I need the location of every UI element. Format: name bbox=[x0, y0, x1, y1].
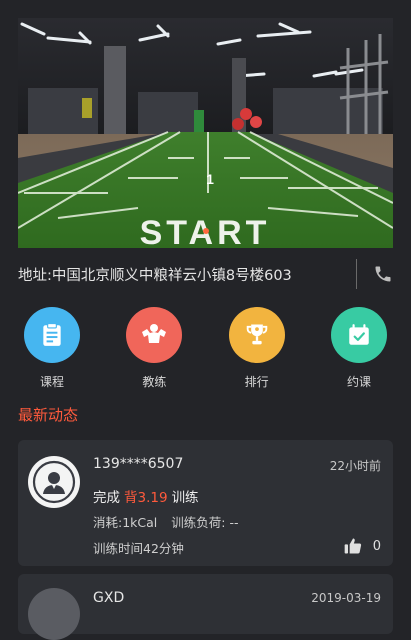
feed-card[interactable]: GXD 2019-03-19 bbox=[18, 574, 393, 640]
post-action-suffix: 训练 bbox=[171, 490, 199, 506]
user-avatar-icon bbox=[29, 589, 79, 639]
menu-label-ranking: 排行 bbox=[244, 375, 269, 389]
post-action: 完成 bbox=[93, 490, 120, 506]
muscle-icon bbox=[142, 324, 167, 343]
post-username: 139****6507 bbox=[93, 456, 184, 472]
address-divider bbox=[356, 259, 357, 289]
menu-label-coaches: 教练 bbox=[142, 375, 167, 389]
post-calories: 消耗:1kCal bbox=[93, 515, 158, 530]
menu-icon-bg bbox=[126, 307, 183, 363]
feature-menu: 课程 教练 排行 约课 bbox=[18, 307, 393, 390]
post-summary: 完成 背3.19 训练 bbox=[93, 486, 199, 506]
gym-banner-image: 1 START bbox=[18, 18, 393, 248]
like-button[interactable]: 0 bbox=[343, 536, 381, 556]
like-count: 0 bbox=[372, 538, 381, 554]
menu-item-booking[interactable]: 约课 bbox=[325, 307, 393, 390]
address-row: 地址:中国北京顺义中粮祥云小镇8号楼603 bbox=[18, 256, 393, 292]
menu-icon-bg bbox=[330, 307, 387, 363]
phone-icon[interactable] bbox=[373, 264, 393, 284]
section-title-latest: 最新动态 bbox=[18, 406, 79, 424]
post-username: GXD bbox=[93, 590, 125, 606]
clipboard-icon bbox=[43, 323, 61, 346]
avatar[interactable] bbox=[28, 588, 80, 640]
menu-icon-bg bbox=[24, 307, 80, 363]
calendar-check-icon bbox=[349, 324, 369, 345]
avatar[interactable] bbox=[28, 456, 80, 508]
menu-item-ranking[interactable]: 排行 bbox=[223, 307, 291, 390]
menu-icon-bg bbox=[228, 307, 285, 363]
post-time: 22小时前 bbox=[329, 459, 381, 473]
gym-banner[interactable]: 1 START bbox=[18, 18, 393, 248]
post-workout-name[interactable]: 背3.19 bbox=[124, 490, 168, 506]
thumbs-up-icon bbox=[344, 538, 361, 554]
lane-number: 1 bbox=[206, 171, 214, 187]
post-stats: 消耗:1kCal 训练负荷: -- bbox=[93, 512, 238, 531]
post-load: 训练负荷: -- bbox=[171, 515, 239, 530]
post-time: 2019-03-19 bbox=[311, 591, 381, 605]
carousel-indicator bbox=[18, 219, 393, 238]
menu-label-courses: 课程 bbox=[39, 375, 64, 389]
post-duration: 训练时间42分钟 bbox=[93, 541, 184, 556]
feed-card[interactable]: 139****6507 22小时前 完成 背3.19 训练 消耗:1kCal 训练负荷… bbox=[18, 440, 393, 566]
menu-item-coaches[interactable]: 教练 bbox=[120, 307, 188, 390]
user-avatar-icon bbox=[29, 457, 79, 507]
menu-label-booking: 约课 bbox=[346, 375, 371, 389]
menu-item-courses[interactable]: 课程 bbox=[18, 307, 86, 390]
trophy-icon bbox=[246, 324, 267, 345]
address-text: 地址:中国北京顺义中粮祥云小镇8号楼603 bbox=[18, 267, 292, 284]
